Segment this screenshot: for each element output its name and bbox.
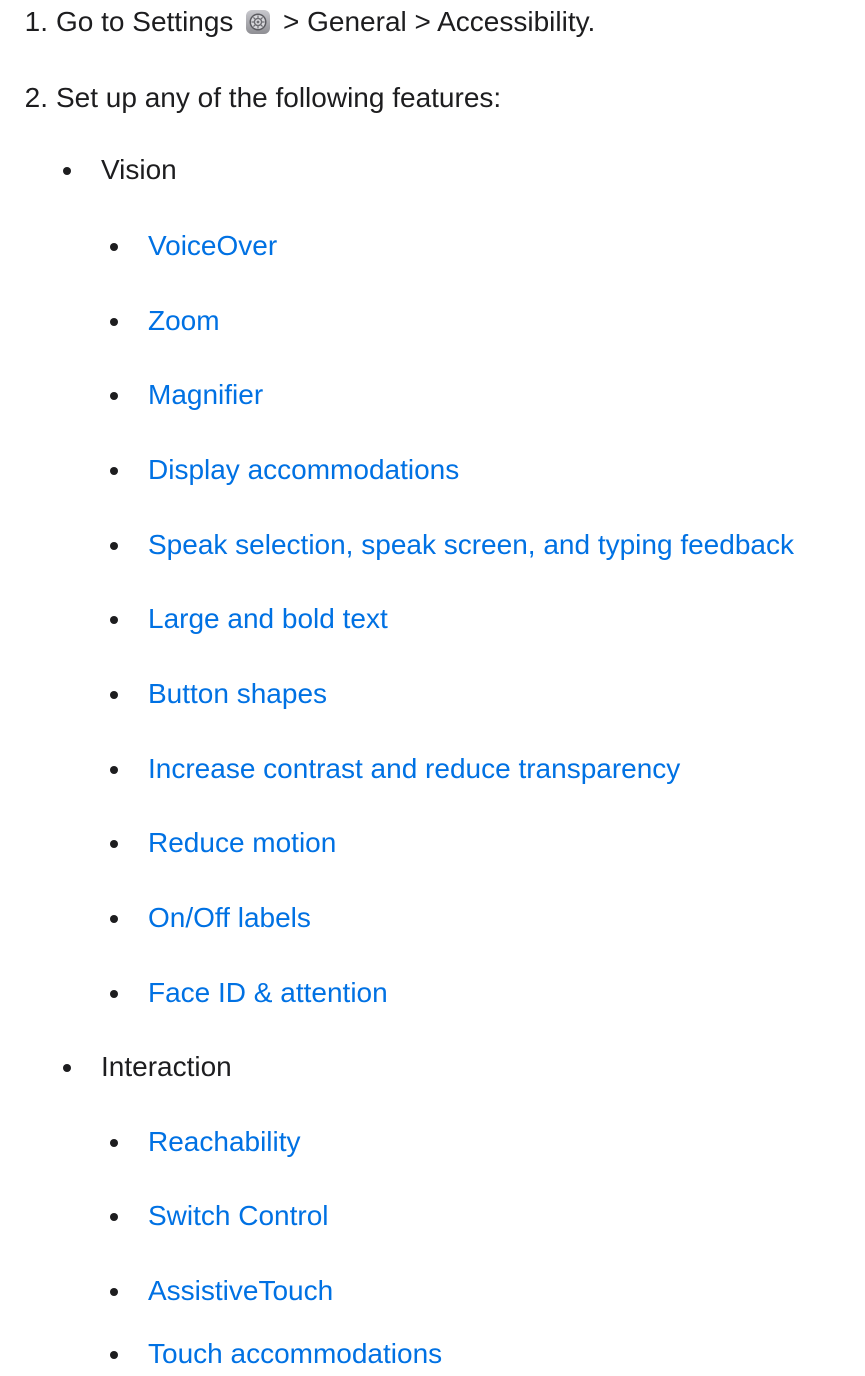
bullet (110, 766, 118, 774)
link-button-shapes[interactable]: Button shapes (148, 677, 327, 711)
bullet (110, 542, 118, 550)
link-reduce-motion[interactable]: Reduce motion (148, 826, 336, 860)
step-text-after-icon: > General > Accessibility. (283, 6, 596, 37)
section-label: Interaction (101, 1051, 232, 1082)
link-touch-accommodations[interactable]: Touch accommodations (148, 1337, 442, 1371)
bullet (110, 392, 118, 400)
link-display-accommodations[interactable]: Display accommodations (148, 453, 459, 487)
step-text: Set up any of the following features: (56, 82, 502, 113)
bullet (63, 167, 71, 175)
bullet (110, 691, 118, 699)
link-voiceover[interactable]: VoiceOver (148, 229, 277, 263)
step-number: 2. (24, 82, 48, 113)
bullet (110, 1351, 118, 1359)
bullet (110, 840, 118, 848)
step-text: Go to Settings > General > Accessibility… (56, 5, 595, 39)
bullet (110, 1213, 118, 1221)
link-zoom[interactable]: Zoom (148, 304, 220, 338)
link-face-id-attention[interactable]: Face ID & attention (148, 976, 388, 1010)
bullet (110, 616, 118, 624)
link-assistivetouch[interactable]: AssistiveTouch (148, 1274, 333, 1308)
link-large-bold-text[interactable]: Large and bold text (148, 602, 388, 636)
link-on-off-labels[interactable]: On/Off labels (148, 901, 311, 935)
bullet (110, 1139, 118, 1147)
link-reachability[interactable]: Reachability (148, 1125, 301, 1159)
link-speak-selection[interactable]: Speak selection, speak screen, and typin… (148, 528, 794, 562)
bullet (63, 1064, 71, 1072)
step-number: 1. (24, 6, 48, 37)
settings-gear-icon (245, 9, 271, 35)
link-magnifier[interactable]: Magnifier (148, 378, 263, 412)
bullet (110, 318, 118, 326)
bullet (110, 1288, 118, 1296)
section-label: Vision (101, 154, 177, 185)
bullet (110, 915, 118, 923)
link-increase-contrast[interactable]: Increase contrast and reduce transparenc… (148, 752, 680, 786)
link-switch-control[interactable]: Switch Control (148, 1199, 329, 1233)
bullet (110, 990, 118, 998)
bullet (110, 467, 118, 475)
step-text-before-icon: Go to Settings (56, 6, 234, 37)
bullet (110, 243, 118, 251)
